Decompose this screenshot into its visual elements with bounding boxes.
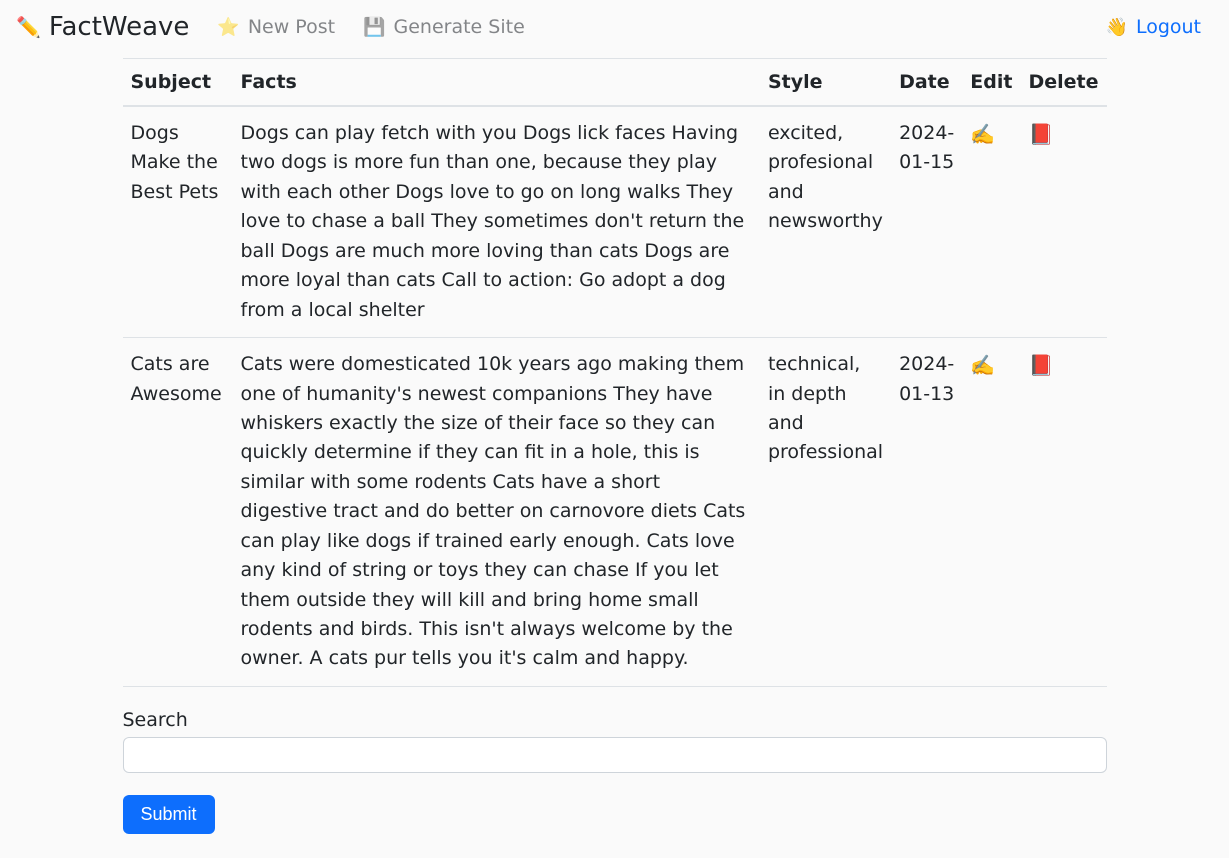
cell-subject: Cats are Awesome (123, 338, 233, 687)
posts-table: Subject Facts Style Date Edit Delete Dog… (123, 58, 1107, 687)
col-header-style: Style (760, 59, 891, 107)
cell-date: 2024-01-15 (891, 106, 962, 338)
col-header-delete: Delete (1020, 59, 1106, 107)
table-header-row: Subject Facts Style Date Edit Delete (123, 59, 1107, 107)
search-input[interactable] (123, 737, 1107, 773)
new-post-link[interactable]: ⭐ New Post (205, 10, 347, 44)
table-row: Cats are AwesomeCats were domesticated 1… (123, 338, 1107, 687)
generate-site-link[interactable]: 💾 Generate Site (351, 10, 537, 44)
logout-link[interactable]: 👋 Logout (1094, 10, 1213, 44)
cell-facts: Dogs can play fetch with you Dogs lick f… (233, 106, 760, 338)
edit-button[interactable]: ✍️ (962, 106, 1020, 338)
search-label: Search (123, 709, 1107, 731)
cell-subject: Dogs Make the Best Pets (123, 106, 233, 338)
col-header-subject: Subject (123, 59, 233, 107)
cell-date: 2024-01-13 (891, 338, 962, 687)
delete-button[interactable]: 📕 (1020, 338, 1106, 687)
delete-button[interactable]: 📕 (1020, 106, 1106, 338)
submit-button[interactable]: Submit (123, 795, 215, 834)
brand-name: FactWeave (49, 12, 190, 42)
main-content: Subject Facts Style Date Edit Delete Dog… (107, 58, 1123, 858)
cell-style: excited, profesional and newsworthy (760, 106, 891, 338)
floppy-disk-icon: 💾 (363, 17, 385, 38)
pencil-icon: ✏️ (16, 15, 41, 39)
generate-site-label: Generate Site (394, 16, 525, 38)
navbar: ✏️ FactWeave ⭐ New Post 💾 Generate Site … (0, 0, 1229, 54)
star-icon: ⭐ (217, 17, 239, 38)
edit-button[interactable]: ✍️ (962, 338, 1020, 687)
col-header-date: Date (891, 59, 962, 107)
wave-icon: 👋 (1106, 17, 1128, 38)
table-row: Dogs Make the Best PetsDogs can play fet… (123, 106, 1107, 338)
cell-facts: Cats were domesticated 10k years ago mak… (233, 338, 760, 687)
cell-style: technical, in depth and professional (760, 338, 891, 687)
col-header-facts: Facts (233, 59, 760, 107)
new-post-label: New Post (248, 16, 335, 38)
logout-label: Logout (1136, 16, 1201, 38)
col-header-edit: Edit (962, 59, 1020, 107)
brand-link[interactable]: ✏️ FactWeave (16, 12, 201, 42)
